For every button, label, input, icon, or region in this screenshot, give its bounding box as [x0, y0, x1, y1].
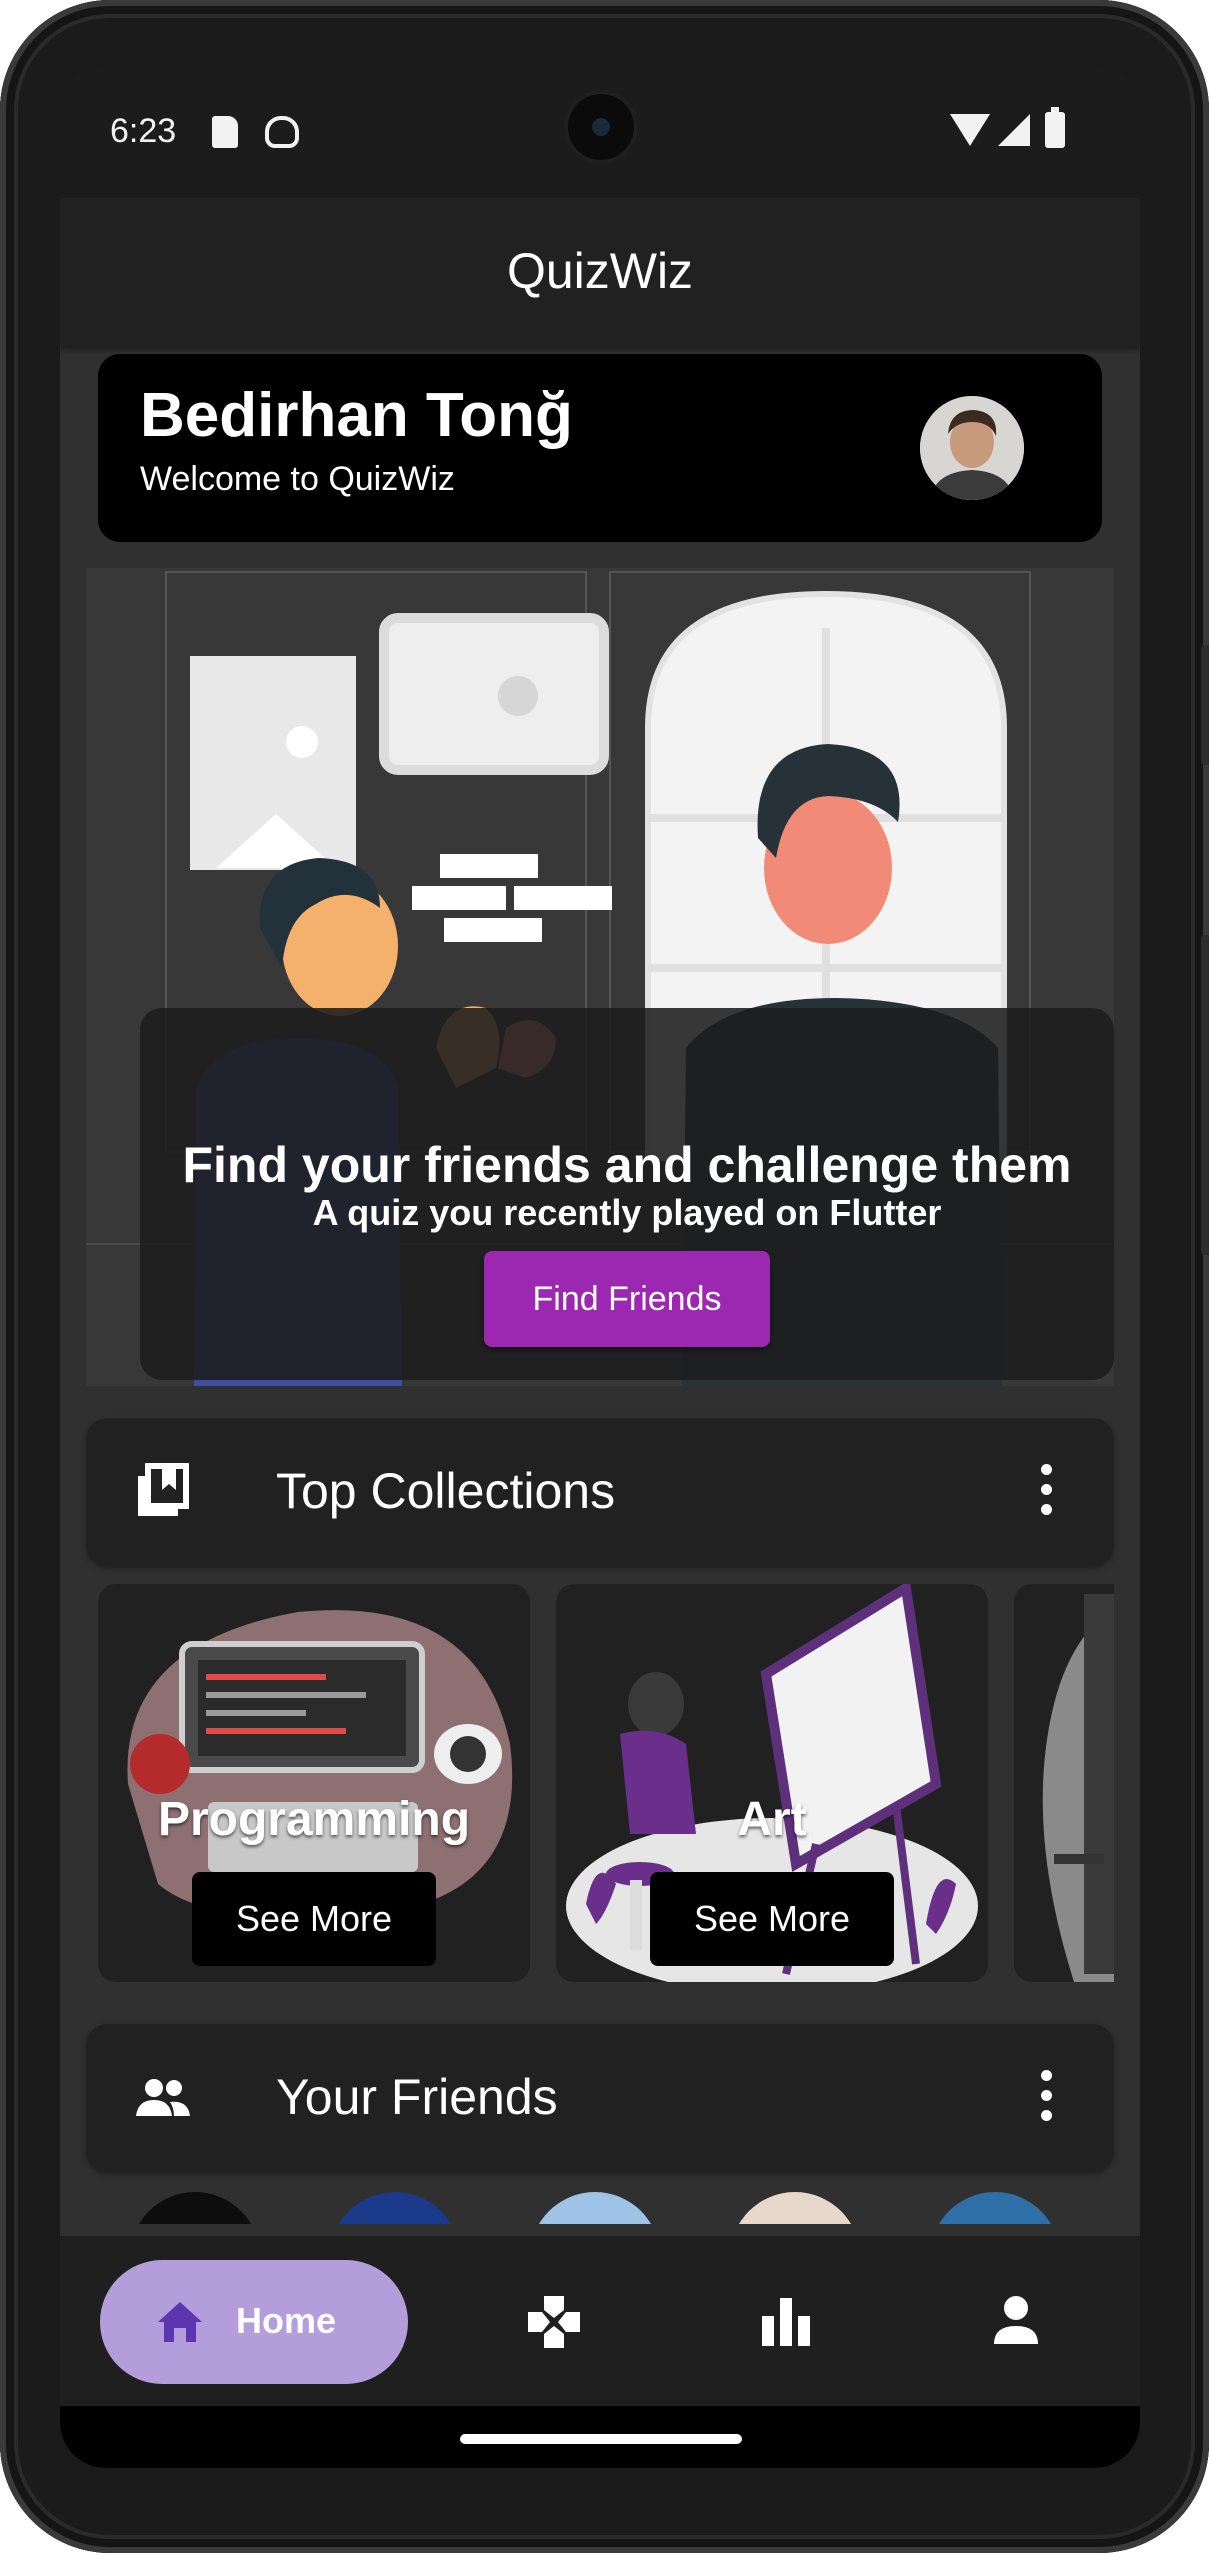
- nav-profile[interactable]: [970, 2276, 1062, 2368]
- user-name: Bedirhan Tonğ: [140, 381, 573, 450]
- see-more-button[interactable]: See More: [650, 1872, 894, 1966]
- android-icon: [265, 116, 299, 148]
- top-collections-title: Top Collections: [276, 1463, 616, 1519]
- games-icon: [528, 2296, 580, 2348]
- collection-title: Programming: [157, 1793, 471, 1846]
- collection-card-art[interactable]: Art See More: [556, 1584, 988, 1982]
- avatar[interactable]: [920, 396, 1024, 500]
- volume-button: [1201, 935, 1209, 1255]
- nav-games[interactable]: [508, 2276, 600, 2368]
- collections-carousel[interactable]: Programming See More Art See More: [98, 1584, 1114, 1986]
- battery-icon: [1045, 107, 1065, 148]
- find-friends-button[interactable]: Find Friends: [484, 1251, 770, 1347]
- hero-overlay: Find your friends and challenge them A q…: [140, 1008, 1114, 1380]
- hero-title: Find your friends and challenge them: [182, 1137, 1072, 1193]
- friend-avatar[interactable]: [530, 2192, 660, 2224]
- user-card: Bedirhan Tonğ Welcome to QuizWiz: [98, 354, 1102, 542]
- app-title: QuizWiz: [506, 243, 694, 299]
- home-icon: [158, 2302, 202, 2342]
- phone-frame: 6:23 QuizWiz Bedirhan Tonğ Welcome to Qu…: [0, 0, 1209, 2553]
- leaderboard-icon: [762, 2298, 810, 2346]
- your-friends-header[interactable]: Your Friends: [86, 2024, 1114, 2172]
- wifi-icon: [950, 114, 990, 146]
- welcome-text: Welcome to QuizWiz: [140, 460, 455, 498]
- hero-subtitle: A quiz you recently played on Flutter: [312, 1192, 942, 1233]
- bookmarks-icon: [138, 1463, 189, 1516]
- sd-card-icon: [212, 116, 238, 148]
- more-vert-icon[interactable]: [1036, 2070, 1056, 2126]
- collection-illustration: [1042, 1594, 1114, 1982]
- signal-icon: [998, 114, 1030, 146]
- app-screen: 6:23 QuizWiz Bedirhan Tonğ Welcome to Qu…: [60, 68, 1140, 2468]
- friend-avatar[interactable]: [330, 2192, 460, 2224]
- collection-title: Art: [737, 1793, 807, 1846]
- home-indicator[interactable]: [460, 2434, 742, 2444]
- friend-avatar[interactable]: [130, 2192, 260, 2224]
- friend-avatar[interactable]: [730, 2192, 860, 2224]
- nav-leaderboard[interactable]: [740, 2276, 832, 2368]
- top-collections-header[interactable]: Top Collections: [86, 1418, 1114, 1566]
- hero-banner: Find your friends and challenge them A q…: [86, 568, 1114, 1386]
- see-more-button[interactable]: See More: [192, 1872, 436, 1966]
- nav-home[interactable]: Home: [100, 2260, 408, 2384]
- front-camera: [568, 94, 634, 160]
- power-button: [1201, 645, 1209, 765]
- friend-avatar[interactable]: [930, 2192, 1060, 2224]
- more-vert-icon[interactable]: [1036, 1464, 1056, 1520]
- friends-list[interactable]: [86, 2192, 1114, 2224]
- app-bar: QuizWiz: [60, 198, 1140, 346]
- nav-home-label: Home: [236, 2300, 337, 2341]
- collection-card-partial[interactable]: [1014, 1584, 1114, 1982]
- your-friends-title: Your Friends: [276, 2069, 558, 2125]
- people-icon: [136, 2079, 190, 2116]
- bottom-navigation: Home: [60, 2236, 1140, 2406]
- profile-icon: [994, 2296, 1038, 2344]
- status-bar: 6:23: [60, 68, 1140, 198]
- collection-card-programming[interactable]: Programming See More: [98, 1584, 530, 1982]
- status-time: 6:23: [110, 112, 177, 150]
